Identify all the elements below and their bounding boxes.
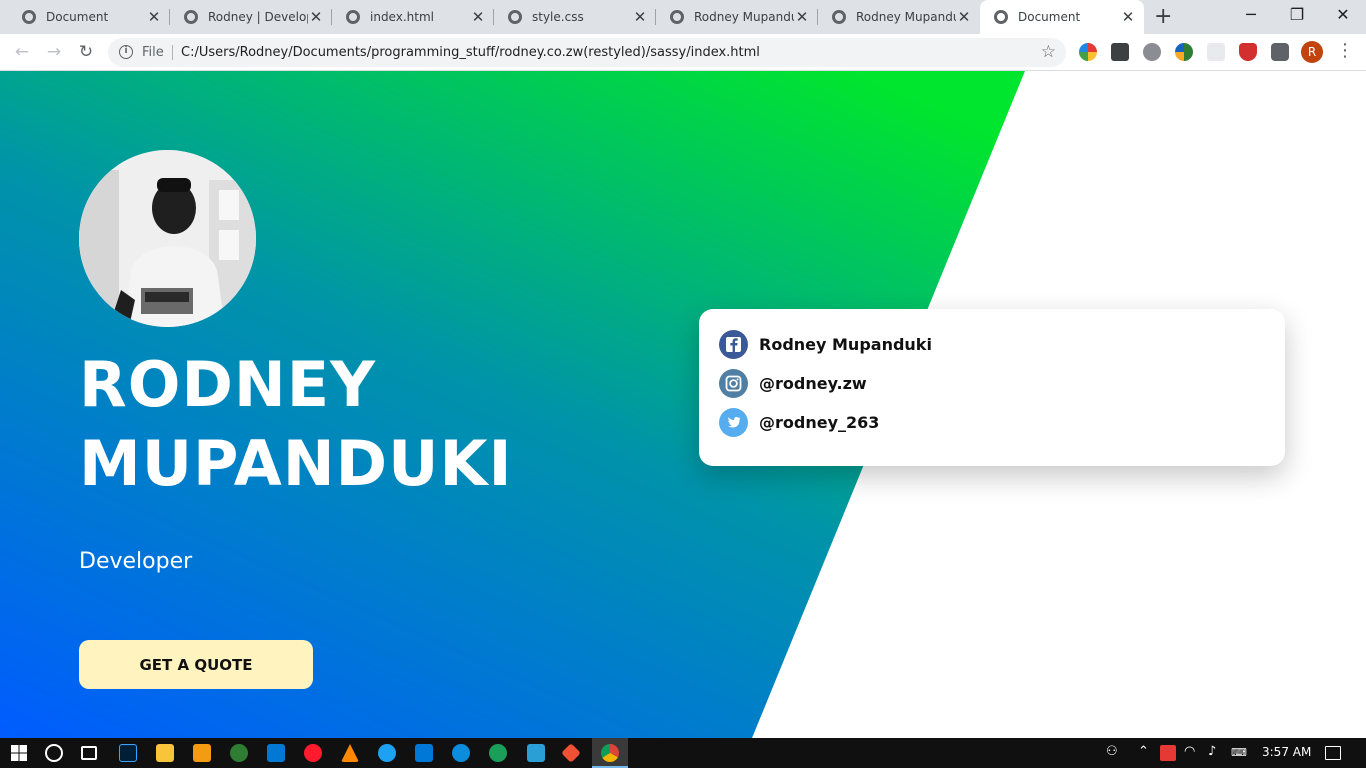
snipping-icon[interactable] (527, 744, 545, 762)
windows-taskbar: ⚇ ⌃ ◠ ♪ ⌨ 3:57 AM (0, 738, 1366, 768)
close-icon[interactable]: ✕ (308, 8, 324, 26)
window-close-button[interactable]: ✕ (1320, 0, 1366, 34)
facebook-icon (719, 329, 748, 359)
edge-dev-icon[interactable] (489, 744, 507, 762)
profile-photo (79, 150, 256, 327)
globe-icon (346, 10, 360, 24)
blank-extension-icon[interactable] (1207, 43, 1225, 61)
hero-role: Developer (79, 549, 193, 574)
chrome-dev-icon[interactable] (230, 744, 248, 762)
minimize-button[interactable]: ─ (1228, 0, 1274, 34)
instagram-icon (719, 368, 748, 398)
tab-rodney-mupanduki-2[interactable]: Rodney Mupanduki ✕ (818, 0, 980, 34)
file-explorer-icon[interactable] (156, 744, 174, 762)
settings-extension-icon[interactable] (1143, 43, 1161, 61)
get-a-quote-button[interactable]: GET A QUOTE (79, 640, 313, 689)
tab-title: Rodney | Developer (208, 10, 308, 24)
taskbar-clock[interactable]: 3:57 AM (1262, 745, 1311, 759)
git-icon[interactable] (561, 743, 581, 763)
twitter-handle: @rodney_263 (759, 412, 880, 432)
browser-menu-icon[interactable]: ⋮ (1336, 40, 1354, 62)
social-row-facebook[interactable]: Rodney Mupanduki (719, 329, 932, 359)
tab-strip: Document ✕ Rodney | Developer ✕ index.ht… (0, 0, 1366, 34)
scheme-label: File (142, 45, 164, 60)
globe-icon (184, 10, 198, 24)
globe-icon (670, 10, 684, 24)
vlc-icon[interactable] (341, 744, 359, 762)
hero-name-line1: RODNEY (79, 348, 377, 421)
new-tab-button[interactable]: + (1154, 6, 1172, 28)
security-tray-icon[interactable] (1160, 745, 1176, 761)
tab-document-active[interactable]: Document ✕ (980, 0, 1144, 34)
shield-extension-icon[interactable] (1239, 43, 1257, 61)
twitter-app-icon[interactable] (378, 744, 396, 762)
tab-index-html[interactable]: index.html ✕ (332, 0, 494, 34)
tab-style-css[interactable]: style.css ✕ (494, 0, 656, 34)
profile-avatar-button[interactable]: R (1301, 41, 1323, 63)
maximize-button[interactable]: ❐ (1274, 0, 1320, 34)
globe-icon (508, 10, 522, 24)
media-player-icon[interactable] (193, 744, 211, 762)
tab-title: Rodney Mupanduki (694, 10, 794, 24)
tab-title: Document (46, 10, 109, 24)
opera-icon[interactable] (304, 744, 322, 762)
tab-title: Document (1018, 10, 1081, 24)
tab-title: Rodney Mupanduki (856, 10, 956, 24)
close-icon[interactable]: ✕ (146, 8, 162, 26)
action-center-icon[interactable] (1325, 746, 1341, 760)
tab-title: index.html (370, 10, 434, 24)
twitter-icon (719, 407, 748, 437)
show-hidden-icons-icon[interactable]: ⌃ (1138, 744, 1149, 759)
tab-document-1[interactable]: Document ✕ (0, 0, 170, 34)
globe-icon (994, 10, 1008, 24)
social-row-instagram[interactable]: @rodney.zw (719, 368, 867, 398)
close-icon[interactable]: ✕ (632, 8, 648, 26)
tab-rodney-mupanduki-1[interactable]: Rodney Mupanduki ✕ (656, 0, 818, 34)
mail-icon[interactable] (267, 744, 285, 762)
colorzilla-extension-icon[interactable] (1079, 43, 1097, 61)
close-icon[interactable]: ✕ (1120, 8, 1136, 26)
back-button[interactable]: ← (10, 40, 34, 64)
omnibox-divider (172, 45, 173, 60)
forward-button[interactable]: → (42, 40, 66, 64)
hero-name-heading: RODNEY MUPANDUKI (79, 345, 639, 503)
chrome-icon[interactable] (601, 744, 619, 762)
volume-icon[interactable]: ♪ (1208, 744, 1216, 759)
reload-button[interactable]: ↻ (74, 40, 98, 64)
cb-extension-icon[interactable] (1111, 43, 1129, 61)
globe-icon (22, 10, 36, 24)
tab-rodney-developer[interactable]: Rodney | Developer ✕ (170, 0, 332, 34)
wifi-icon[interactable]: ◠ (1184, 744, 1195, 759)
browser-toolbar: ← → ↻ i File C:/Users/Rodney/Documents/p… (0, 34, 1366, 71)
edge-icon[interactable] (452, 744, 470, 762)
address-bar[interactable]: i File C:/Users/Rodney/Documents/program… (108, 38, 1066, 67)
site-info-icon[interactable]: i (119, 45, 133, 59)
task-view-icon[interactable] (81, 746, 97, 760)
tab-title: style.css (532, 10, 584, 24)
windows-start-icon[interactable] (10, 744, 28, 762)
facebook-handle: Rodney Mupanduki (759, 334, 932, 354)
hero-name-line2: MUPANDUKI (79, 427, 513, 500)
close-icon[interactable]: ✕ (794, 8, 810, 26)
globe-extension-icon[interactable] (1175, 43, 1193, 61)
bookmark-star-icon[interactable]: ☆ (1041, 42, 1056, 62)
close-icon[interactable]: ✕ (956, 8, 972, 26)
input-language-icon[interactable]: ⌨ (1231, 746, 1247, 759)
globe-icon (832, 10, 846, 24)
cortana-icon[interactable] (45, 744, 63, 762)
instagram-handle: @rodney.zw (759, 373, 867, 393)
close-icon[interactable]: ✕ (470, 8, 486, 26)
extensions-puzzle-icon[interactable] (1271, 43, 1289, 61)
social-links-card: Rodney Mupanduki @rodney.zw @rodney_263 (699, 309, 1285, 466)
social-row-twitter[interactable]: @rodney_263 (719, 407, 879, 437)
web-page: RODNEY MUPANDUKI Developer GET A QUOTE R… (0, 71, 1366, 738)
people-icon[interactable]: ⚇ (1106, 744, 1118, 759)
url-text[interactable]: C:/Users/Rodney/Documents/programming_st… (181, 45, 760, 60)
photoshop-icon[interactable] (119, 744, 137, 762)
vscode-icon[interactable] (415, 744, 433, 762)
profile-photo-image (79, 150, 256, 327)
